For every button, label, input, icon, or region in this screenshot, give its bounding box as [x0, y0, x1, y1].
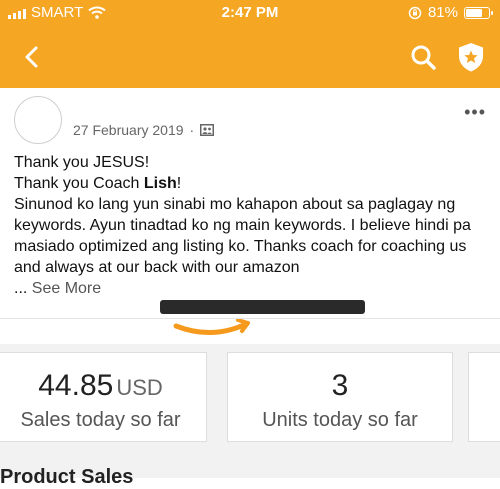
- shield-star-icon[interactable]: [454, 40, 488, 74]
- chevron-left-icon[interactable]: [18, 42, 48, 72]
- units-value: 3: [331, 369, 349, 402]
- post-meta: 27 February 2019 ·: [73, 122, 215, 138]
- next-stat-card[interactable]: [468, 352, 500, 442]
- amazon-seller-logo: [0, 300, 500, 344]
- see-more-link[interactable]: See More: [32, 280, 101, 297]
- sales-card[interactable]: 44.85 USD Sales today so far: [0, 352, 207, 442]
- top-bar: SMART 2:47 PM 81%: [0, 0, 500, 88]
- navigation-row: [0, 38, 500, 78]
- divider: [0, 318, 500, 319]
- see-more-row: ... See More: [14, 280, 102, 297]
- avatar[interactable]: [14, 96, 62, 144]
- units-card[interactable]: 3 Units today so far: [227, 352, 453, 442]
- post-paragraph: Sinunod ko lang yun sinabi mo kahapon ab…: [14, 196, 471, 276]
- search-icon[interactable]: [408, 42, 438, 72]
- group-icon: [200, 124, 215, 136]
- units-label: Units today so far: [262, 409, 418, 431]
- post-date[interactable]: 27 February 2019: [73, 122, 184, 138]
- ellipsis-icon[interactable]: •••: [464, 102, 486, 123]
- battery-icon: [464, 6, 493, 19]
- sales-unit: USD: [116, 375, 163, 400]
- post-card: 27 February 2019 · ••• Thank you JESUS! …: [0, 88, 500, 318]
- rotation-lock-icon: [408, 6, 422, 19]
- mention-name[interactable]: Lish: [144, 175, 177, 192]
- sales-label: Sales today so far: [20, 409, 181, 431]
- status-bar: SMART 2:47 PM 81%: [0, 0, 500, 26]
- battery-percent: 81%: [427, 4, 458, 21]
- post-line-2: Thank you Coach Lish!: [14, 175, 182, 192]
- sales-value: 44.85 USD: [38, 369, 163, 402]
- meta-separator: ·: [189, 122, 195, 138]
- post-line-1: Thank you JESUS!: [14, 154, 150, 171]
- post-body: Thank you JESUS! Thank you Coach Lish! S…: [14, 152, 490, 299]
